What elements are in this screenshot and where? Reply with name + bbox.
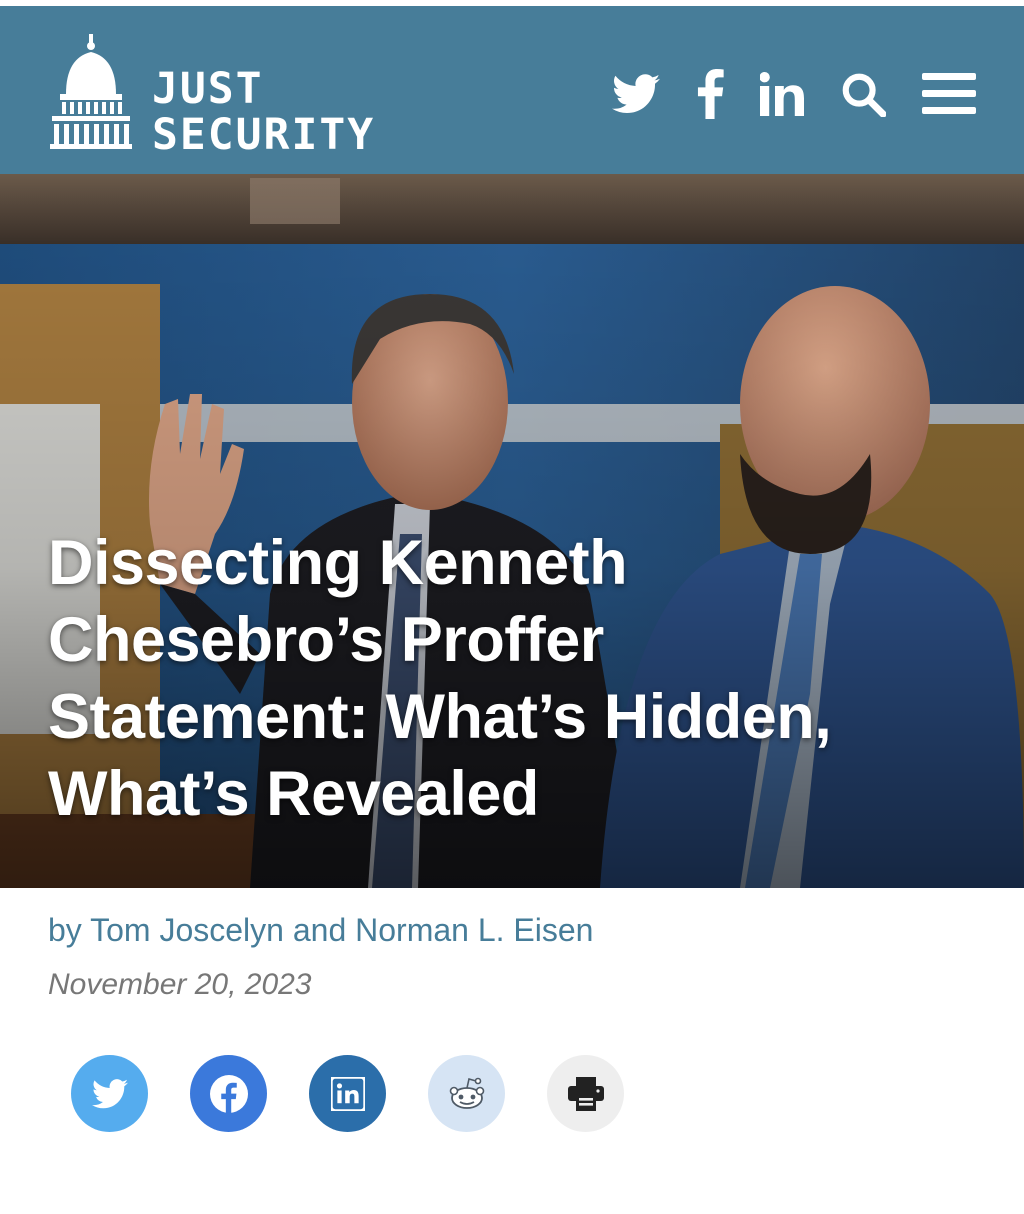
- share-twitter-button[interactable]: [71, 1055, 148, 1132]
- article-byline: by Tom Joscelyn and Norman L. Eisen: [48, 912, 593, 949]
- author-link-tom-joscelyn[interactable]: Tom Joscelyn: [90, 912, 284, 948]
- twitter-icon: [91, 1078, 128, 1108]
- linkedin-icon[interactable]: [760, 72, 804, 116]
- byline-conjunction: and: [292, 912, 347, 948]
- site-logo-text: JUST SECURITY: [152, 66, 375, 158]
- facebook-icon: [209, 1074, 248, 1113]
- logo-line-1: JUST: [152, 64, 264, 114]
- reddit-icon: [449, 1077, 484, 1109]
- headline-line-1: Dissecting Kenneth: [48, 528, 628, 598]
- capitol-dome-icon: [50, 34, 132, 149]
- twitter-icon[interactable]: [612, 74, 660, 114]
- logo-line-2: SECURITY: [152, 110, 376, 160]
- headline-line-2: Chesebro’s Proffer: [48, 605, 604, 675]
- site-logo[interactable]: JUST SECURITY: [48, 34, 428, 158]
- print-button[interactable]: [547, 1055, 624, 1132]
- share-reddit-button[interactable]: [428, 1055, 505, 1132]
- author-link-norman-eisen[interactable]: Norman L. Eisen: [355, 912, 593, 948]
- linkedin-icon: [330, 1076, 365, 1111]
- headline-line-3: Statement: What’s Hidden,: [48, 682, 832, 752]
- header-nav: [612, 64, 976, 124]
- menu-icon[interactable]: [922, 71, 976, 117]
- share-facebook-button[interactable]: [190, 1055, 267, 1132]
- article-headline: Dissecting Kenneth Chesebro’s Proffer St…: [48, 525, 928, 833]
- headline-line-4: What’s Revealed: [48, 759, 539, 829]
- printer-icon: [567, 1076, 604, 1111]
- share-buttons: [71, 1055, 666, 1133]
- byline-prefix: by: [48, 912, 82, 948]
- publish-date: November 20, 2023: [48, 968, 312, 1001]
- share-linkedin-button[interactable]: [309, 1055, 386, 1132]
- facebook-icon[interactable]: [696, 69, 724, 119]
- site-header: JUST SECURITY: [0, 6, 1024, 174]
- search-icon[interactable]: [840, 71, 886, 117]
